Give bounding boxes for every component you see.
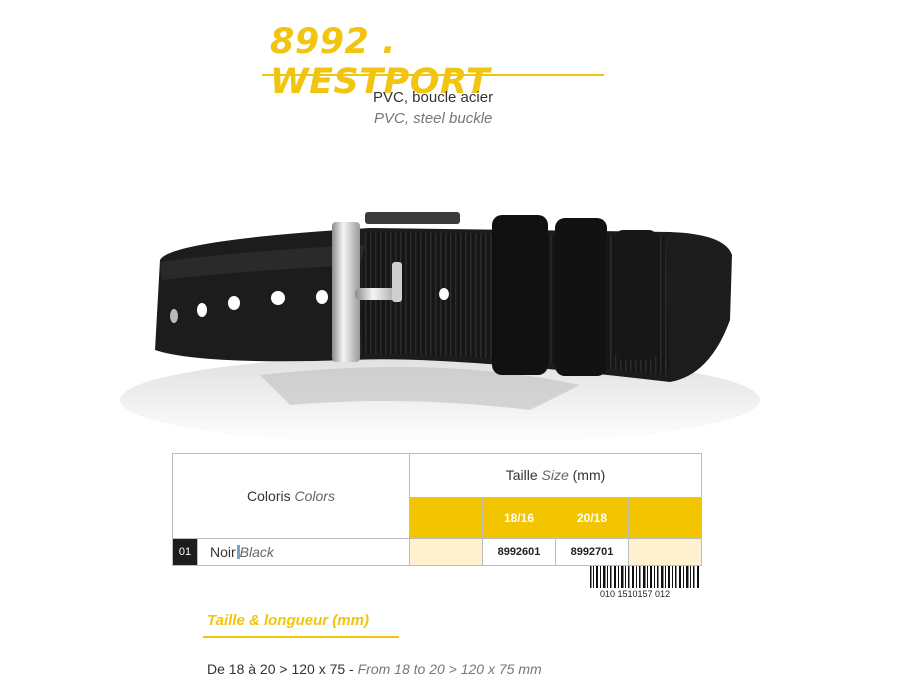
dimensions-underline xyxy=(203,636,399,638)
reference-cell: 8992601 xyxy=(482,538,556,566)
size-col: 18/16 xyxy=(482,496,556,540)
row-color-name: Noir Black xyxy=(197,538,410,566)
size-col-blank xyxy=(628,496,702,540)
row-number: 01 xyxy=(172,538,198,566)
size-col-blank xyxy=(409,496,483,540)
material-fr: PVC, boucle acier xyxy=(373,89,494,106)
material-en: PVC, steel buckle xyxy=(374,110,493,127)
barcode-graphic xyxy=(590,566,699,588)
empty-cell xyxy=(628,538,702,566)
table-row: 01 Noir Black 8992601 8992701 xyxy=(172,538,702,566)
barcode-number: 010 1510157 012 xyxy=(600,589,671,599)
dimensions-text: De 18 à 20 > 120 x 75 - From 18 to 20 > … xyxy=(207,661,542,677)
size-header: Taille Size (mm) xyxy=(409,453,702,498)
size-col: 20/18 xyxy=(555,496,629,540)
dimensions-title: Taille & longueur (mm) xyxy=(207,612,369,629)
reference-table: Coloris Colors Taille Size (mm) 18/16 20… xyxy=(172,453,702,566)
reference-cell: 8992701 xyxy=(555,538,629,566)
empty-cell xyxy=(409,538,483,566)
colors-header: Coloris Colors xyxy=(172,453,410,539)
watch-strap-image xyxy=(120,212,760,440)
title-underline xyxy=(262,74,604,76)
